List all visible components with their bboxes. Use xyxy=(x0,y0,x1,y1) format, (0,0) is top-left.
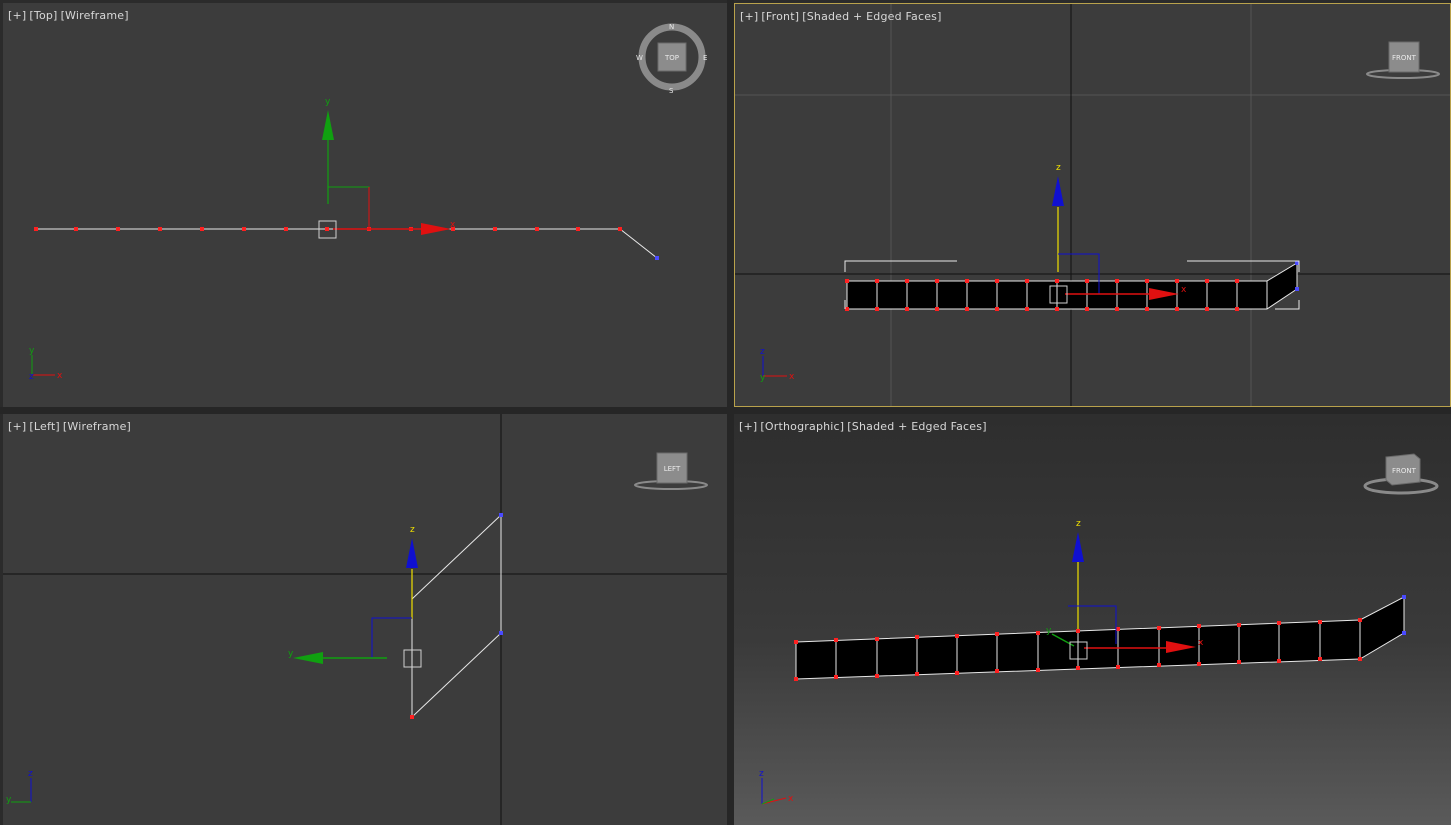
front-home-grid xyxy=(735,4,1450,406)
svg-text:x: x xyxy=(789,372,795,382)
axis-letter-y: y xyxy=(325,97,331,107)
svg-text:x: x xyxy=(1198,638,1204,648)
svg-text:x: x xyxy=(57,371,63,381)
left-scene: z y LEFT z y xyxy=(3,414,727,825)
svg-text:z: z xyxy=(760,347,765,357)
viewport-view-name[interactable]: [Top] xyxy=(29,9,57,22)
axis-tripod-icon: z y xyxy=(6,769,33,805)
front-grid xyxy=(735,4,1450,406)
svg-text:S: S xyxy=(669,87,674,95)
viewport-left[interactable]: [+] [Left] [Wireframe] z y LEFT z y xyxy=(3,414,727,825)
profile-wireframe[interactable] xyxy=(411,514,502,718)
viewcube-icon[interactable]: FRONT xyxy=(1366,41,1440,79)
extruded-mesh[interactable] xyxy=(794,595,1406,681)
viewcube-icon[interactable]: N S W E TOP xyxy=(636,23,707,95)
viewport-shading-mode[interactable]: [Shaded + Edged Faces] xyxy=(847,420,986,433)
move-gizmo-icon[interactable]: y x xyxy=(318,97,456,239)
viewport-shading-mode[interactable]: [Shaded + Edged Faces] xyxy=(802,10,941,23)
viewport-view-name[interactable]: [Orthographic] xyxy=(760,420,844,433)
viewcube-icon[interactable]: FRONT xyxy=(1363,453,1439,495)
svg-text:y: y xyxy=(288,649,294,659)
viewport-shading-mode[interactable]: [Wireframe] xyxy=(61,9,129,22)
svg-text:z: z xyxy=(410,525,415,535)
front-scene: z x FRONT z x y xyxy=(735,4,1450,406)
svg-text:z: z xyxy=(759,769,764,779)
viewport-menu-plus[interactable]: [+] xyxy=(740,10,758,23)
axis-letter-x: x xyxy=(450,220,456,230)
viewcube-face-label[interactable]: LEFT xyxy=(664,465,681,473)
svg-text:E: E xyxy=(703,54,707,62)
axis-tripod-icon: z x y xyxy=(760,347,795,383)
svg-text:z: z xyxy=(1076,519,1081,529)
spline-shape[interactable] xyxy=(36,228,658,259)
profile-vertex[interactable] xyxy=(410,715,414,719)
svg-text:y: y xyxy=(29,346,35,356)
viewport-view-name[interactable]: [Front] xyxy=(761,10,799,23)
viewport-top[interactable]: [+] [Top] [Wireframe] y x N S W E TOP y … xyxy=(3,3,727,407)
svg-text:y: y xyxy=(760,373,766,383)
svg-text:y: y xyxy=(6,795,12,805)
viewport-menu-plus[interactable]: [+] xyxy=(739,420,757,433)
viewport-menu-plus[interactable]: [+] xyxy=(8,420,26,433)
svg-text:N: N xyxy=(669,23,674,31)
svg-text:x: x xyxy=(1181,285,1187,295)
top-scene: y x N S W E TOP y x z xyxy=(29,23,707,382)
svg-text:y: y xyxy=(1046,626,1052,636)
viewport-menu-plus[interactable]: [+] xyxy=(8,9,26,22)
viewcube-face-label[interactable]: FRONT xyxy=(1392,467,1417,475)
viewport-label-top[interactable]: [+] [Top] [Wireframe] xyxy=(8,9,132,22)
axis-tripod-icon: z x xyxy=(759,769,794,805)
viewport-splitter-vertical[interactable] xyxy=(727,0,734,825)
viewcube-face-label[interactable]: TOP xyxy=(664,54,679,62)
viewport-view-name[interactable]: [Left] xyxy=(29,420,59,433)
viewcube-face-label[interactable]: FRONT xyxy=(1392,54,1417,62)
svg-text:z: z xyxy=(28,769,33,779)
profile-end-vertex[interactable] xyxy=(499,513,503,517)
axis-letter-z: z xyxy=(1056,163,1061,173)
svg-text:z: z xyxy=(29,372,34,382)
viewport-orthographic[interactable]: [+] [Orthographic] [Shaded + Edged Faces] xyxy=(734,414,1451,825)
viewcube-icon[interactable]: LEFT xyxy=(634,452,708,490)
axis-tripod-icon: y x z xyxy=(29,346,63,382)
viewport-label-front[interactable]: [+] [Front] [Shaded + Edged Faces] xyxy=(740,10,945,23)
viewport-label-orthographic[interactable]: [+] [Orthographic] [Shaded + Edged Faces] xyxy=(739,420,990,433)
viewport-front[interactable]: [+] [Front] [Shaded + Edged Faces] z x F… xyxy=(734,3,1451,407)
viewport-shading-mode[interactable]: [Wireframe] xyxy=(63,420,131,433)
viewport-label-left[interactable]: [+] [Left] [Wireframe] xyxy=(8,420,134,433)
extruded-mesh[interactable] xyxy=(845,261,1299,311)
orthographic-scene: z y x FRONT z x xyxy=(759,453,1439,805)
spline-end-vertex[interactable] xyxy=(655,256,659,260)
svg-text:x: x xyxy=(788,794,794,804)
profile-end-vertex[interactable] xyxy=(499,631,503,635)
left-home-grid xyxy=(3,414,727,825)
move-gizmo-icon[interactable]: z y xyxy=(288,525,422,668)
viewport-splitter-horizontal[interactable] xyxy=(0,407,1451,414)
svg-text:W: W xyxy=(636,54,643,62)
